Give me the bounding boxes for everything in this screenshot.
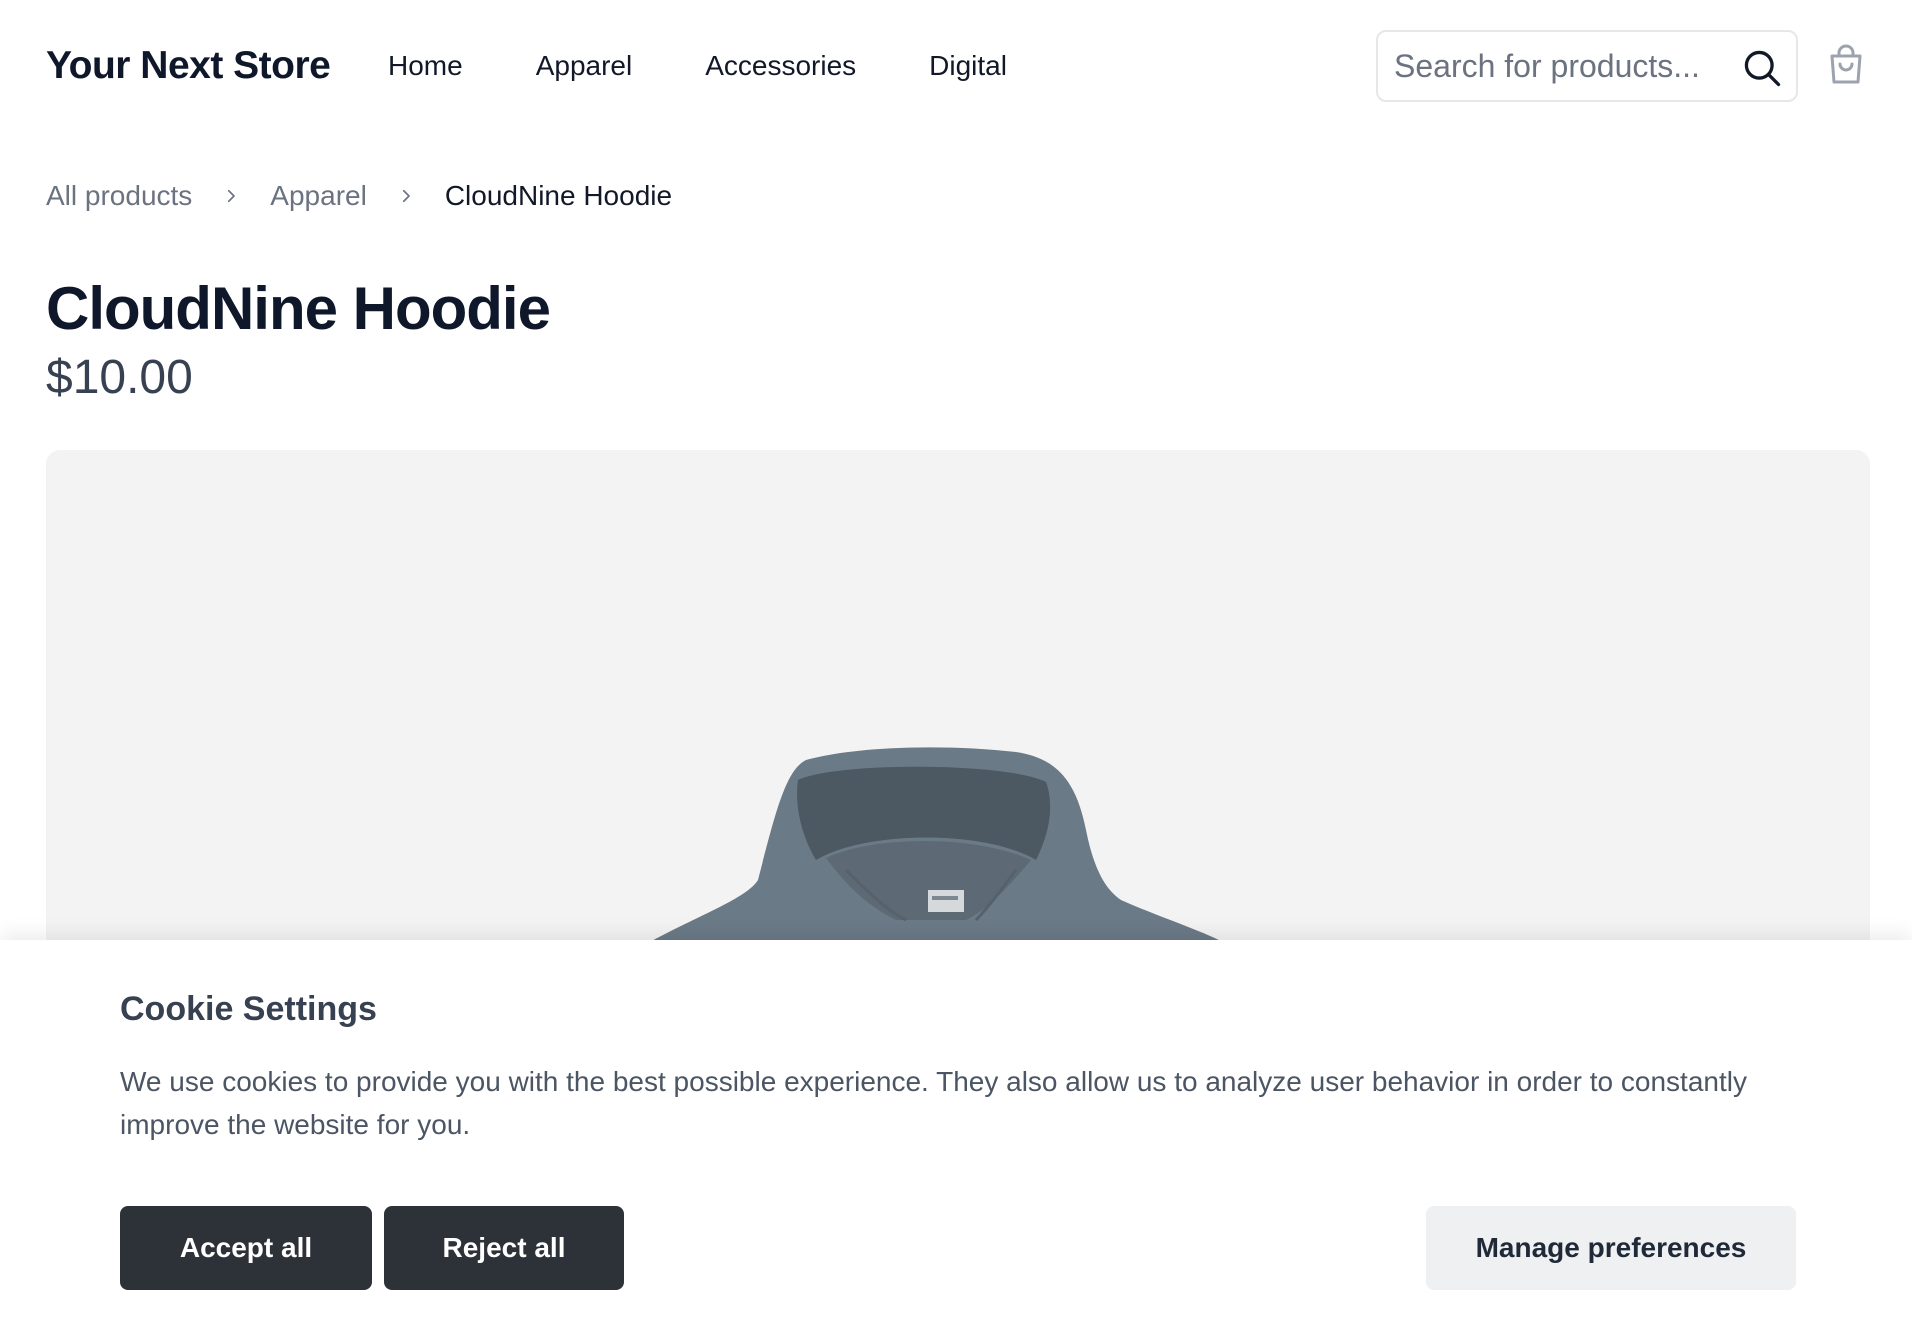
accept-all-button[interactable]: Accept all: [120, 1206, 372, 1290]
product-title: CloudNine Hoodie: [46, 275, 551, 342]
main-nav: Home Apparel Accessories Digital: [388, 50, 1080, 82]
hoodie-illustration: [636, 747, 1236, 950]
search-icon[interactable]: [1740, 46, 1784, 90]
cookie-banner-text: We use cookies to provide you with the b…: [120, 1066, 1747, 1140]
search-box: [1376, 30, 1798, 102]
cookie-banner-title: Cookie Settings: [120, 990, 377, 1028]
nav-accessories[interactable]: Accessories: [705, 50, 856, 82]
product-image: [46, 450, 1870, 950]
nav-digital[interactable]: Digital: [929, 50, 1007, 82]
search-input[interactable]: [1394, 46, 1724, 86]
cookie-banner: Cookie Settings We use cookies to provid…: [0, 940, 1912, 1342]
reject-all-button[interactable]: Reject all: [384, 1206, 624, 1290]
nav-home[interactable]: Home: [388, 50, 463, 82]
shopping-bag-icon[interactable]: [1822, 42, 1870, 90]
breadcrumb-all-products[interactable]: All products: [46, 180, 192, 212]
product-price: $10.00: [46, 351, 193, 404]
breadcrumb: All products Apparel CloudNine Hoodie: [46, 180, 672, 212]
breadcrumb-apparel[interactable]: Apparel: [270, 180, 367, 212]
chevron-right-icon: [402, 189, 410, 203]
chevron-right-icon: [228, 189, 236, 203]
nav-apparel[interactable]: Apparel: [536, 50, 633, 82]
breadcrumb-current: CloudNine Hoodie: [444, 180, 673, 211]
site-header: Your Next Store Home Apparel Accessories…: [0, 0, 1912, 134]
store-logo[interactable]: Your Next Store: [46, 44, 331, 88]
manage-preferences-button[interactable]: Manage preferences: [1426, 1206, 1796, 1290]
